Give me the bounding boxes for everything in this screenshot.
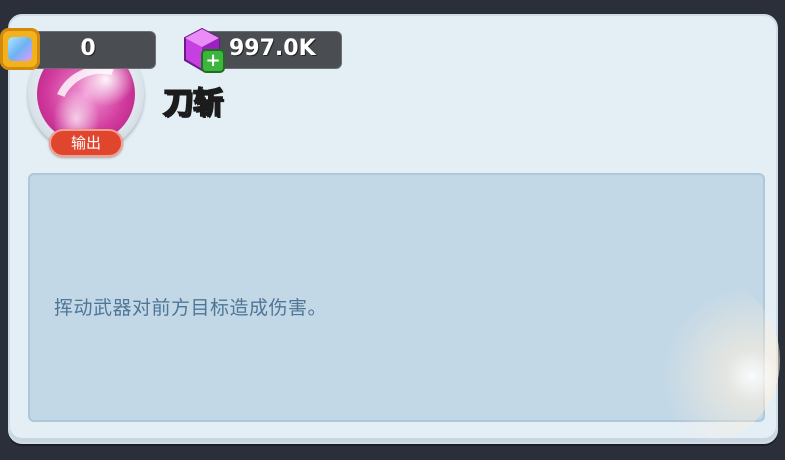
role-badge: 输出 [49, 129, 123, 157]
gem-value: 0 [80, 36, 96, 61]
gem-icon [0, 28, 40, 70]
skill-description-box: 挥动武器对前方目标造成伤害。 [28, 173, 765, 422]
crystal-value: 997.0K [229, 36, 316, 61]
skill-description: 挥动武器对前方目标造成伤害。 [54, 297, 328, 319]
skill-name: 刀斩 [162, 85, 224, 122]
add-crystal-button[interactable]: + [203, 51, 223, 71]
